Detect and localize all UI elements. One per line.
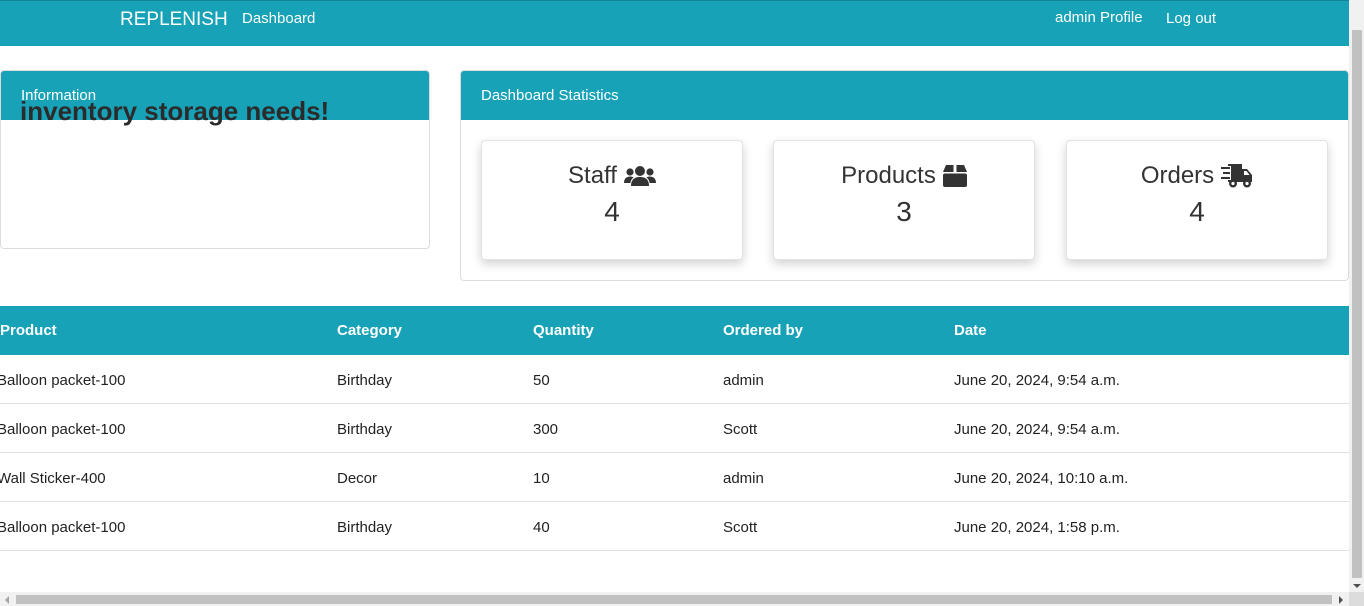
- date-cell: June 20, 2024, 10:10 a.m.: [954, 470, 1129, 487]
- dashboard-statistics-header: Dashboard Statistics: [461, 71, 1348, 120]
- orders-table: Product Category Quantity Ordered by Dat…: [0, 306, 1349, 551]
- column-header-product: Product: [0, 322, 57, 339]
- quantity-cell: 300: [533, 421, 559, 438]
- ordered-by-cell: admin: [723, 470, 764, 487]
- shipping-truck-icon: [1221, 164, 1253, 188]
- top-navbar: REPLENISH Dashboard admin Profile Log ou…: [0, 0, 1349, 46]
- product-cell: Wall Sticker-400: [0, 470, 106, 487]
- products-stat-box[interactable]: Products 3: [773, 140, 1035, 260]
- category-cell: Birthday: [337, 421, 393, 438]
- ordered-by-cell: Scott: [723, 421, 758, 438]
- horizontal-scrollbar-thumb[interactable]: [16, 595, 1332, 604]
- ordered-by-cell: admin: [723, 372, 764, 389]
- dashboard-link[interactable]: Dashboard: [242, 10, 315, 27]
- table-header-row: Product Category Quantity Ordered by Dat…: [0, 306, 1349, 355]
- product-cell: Balloon packet-100: [0, 421, 126, 438]
- scroll-down-arrow-icon[interactable]: [1353, 584, 1361, 588]
- product-cell: Balloon packet-100: [0, 372, 126, 389]
- products-stat-value: 3: [896, 196, 912, 227]
- staff-stat-box[interactable]: Staff 4: [481, 140, 743, 260]
- table-row: Balloon packet-100 Birthday 40 Scott Jun…: [0, 502, 1349, 551]
- scroll-left-arrow-icon[interactable]: [5, 596, 9, 604]
- scroll-right-arrow-icon[interactable]: [1339, 596, 1343, 604]
- column-header-date: Date: [954, 322, 987, 339]
- quantity-cell: 10: [533, 470, 550, 487]
- table-row: Wall Sticker-400 Decor 10 admin June 20,…: [0, 453, 1349, 502]
- orders-stat-label: Orders: [1140, 162, 1215, 189]
- table-row: Balloon packet-100 Birthday 50 admin Jun…: [0, 355, 1349, 404]
- products-stat-label: Products: [841, 162, 936, 189]
- category-cell: Birthday: [337, 372, 393, 389]
- vertical-scrollbar-thumb[interactable]: [1352, 30, 1362, 578]
- column-header-category: Category: [337, 322, 403, 339]
- quantity-cell: 50: [533, 372, 550, 389]
- information-text: inventory storage needs!: [20, 96, 330, 126]
- orders-stat-box[interactable]: Orders 4: [1066, 140, 1328, 260]
- staff-stat-value: 4: [604, 196, 620, 227]
- table-row: Balloon packet-100 Birthday 300 Scott Ju…: [0, 404, 1349, 453]
- staff-stat-label: Staff: [568, 162, 617, 189]
- quantity-cell: 40: [533, 519, 550, 536]
- category-cell: Decor: [337, 470, 378, 487]
- date-cell: June 20, 2024, 9:54 a.m.: [954, 372, 1120, 389]
- users-icon: [623, 165, 656, 187]
- logout-link[interactable]: Log out: [1166, 10, 1216, 27]
- date-cell: June 20, 2024, 9:54 a.m.: [954, 421, 1120, 438]
- date-cell: June 20, 2024, 1:58 p.m.: [954, 519, 1120, 536]
- orders-stat-value: 4: [1189, 196, 1205, 227]
- box-icon: [942, 165, 967, 187]
- ordered-by-cell: Scott: [723, 519, 758, 536]
- brand-link[interactable]: REPLENISH: [120, 9, 228, 31]
- column-header-ordered-by: Ordered by: [723, 322, 804, 339]
- product-cell: Balloon packet-100: [0, 519, 126, 536]
- scrollbar-corner: [1349, 592, 1364, 606]
- column-header-quantity: Quantity: [533, 322, 594, 339]
- profile-link[interactable]: admin Profile: [1055, 9, 1143, 26]
- category-cell: Birthday: [337, 519, 393, 536]
